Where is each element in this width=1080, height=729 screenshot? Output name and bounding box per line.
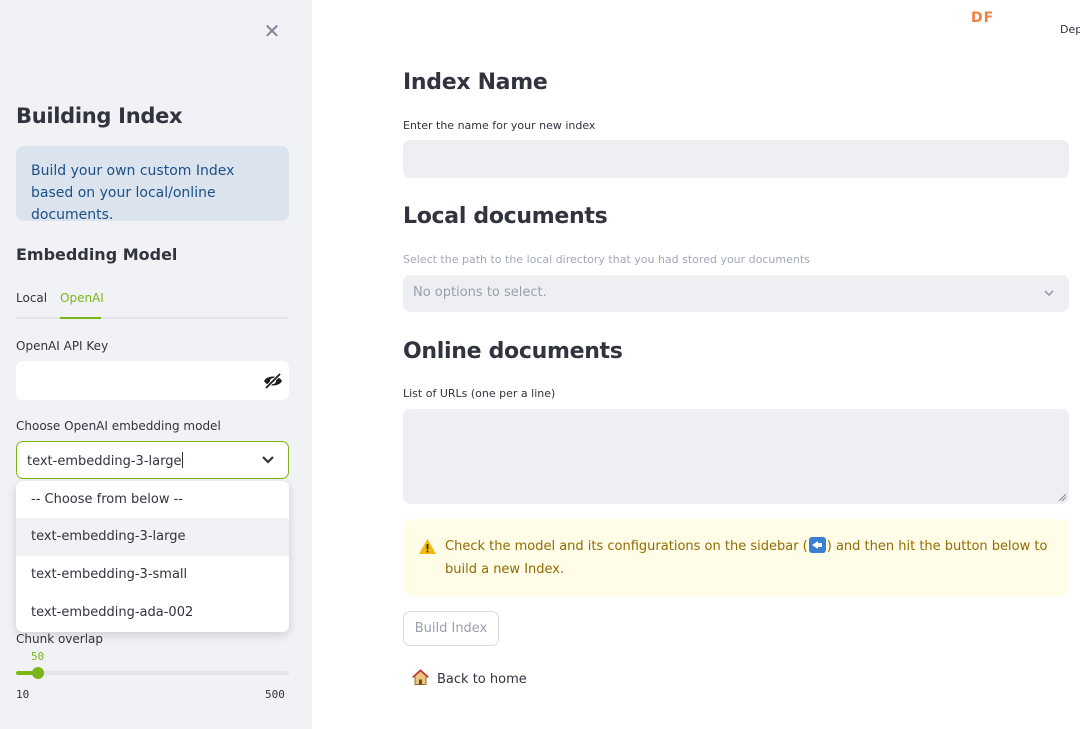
chevron-down-icon (1044, 290, 1054, 297)
dropdown-option[interactable]: text-embedding-3-small (16, 556, 289, 594)
slider-min: 10 (16, 688, 30, 701)
online-documents-heading: Online documents (403, 339, 623, 364)
house-icon (412, 669, 429, 685)
sidebar-title: Building Index (16, 104, 183, 128)
warning-alert: Check the model and its configurations o… (403, 519, 1069, 596)
chevron-down-icon (262, 456, 274, 464)
chunk-overlap-slider[interactable] (16, 667, 289, 679)
model-dropdown-menu: -- Choose from below -- text-embedding-3… (16, 481, 289, 632)
sidebar-arrow-icon (808, 537, 826, 553)
sidebar: ✕ Building Index Build your own custom I… (0, 0, 312, 729)
chunk-overlap-label: Chunk overlap (16, 632, 104, 646)
deploy-button[interactable]: Dep (1060, 23, 1080, 36)
resize-handle-icon[interactable] (1058, 493, 1067, 502)
info-alert-text: Build your own custom Index based on you… (31, 163, 235, 223)
dropdown-option[interactable]: text-embedding-3-large (16, 518, 289, 556)
model-select-value: text-embedding-3-large (27, 452, 184, 469)
app-badge: DF (971, 10, 995, 26)
slider-thumb[interactable] (32, 667, 45, 679)
model-select[interactable]: text-embedding-3-large (16, 441, 289, 479)
dropdown-option[interactable]: -- Choose from below -- (16, 481, 289, 519)
online-documents-label: List of URLs (one per a line) (403, 387, 556, 400)
active-tab-indicator (60, 317, 101, 319)
tab-openai[interactable]: OpenAI (60, 291, 104, 305)
local-documents-select[interactable]: No options to select. (403, 275, 1069, 312)
embedding-tabs: Local OpenAI (16, 288, 289, 319)
build-index-button[interactable]: Build Index (403, 611, 499, 646)
api-key-label: OpenAI API Key (16, 339, 109, 353)
slider-value: 50 (31, 650, 45, 663)
local-documents-placeholder: No options to select. (413, 285, 547, 300)
embedding-model-heading: Embedding Model (16, 245, 178, 264)
local-documents-heading: Local documents (403, 204, 608, 229)
local-documents-label: Select the path to the local directory t… (403, 253, 810, 266)
dropdown-option[interactable]: text-embedding-ada-002 (16, 594, 289, 632)
api-key-input[interactable] (16, 361, 289, 400)
back-to-home-link[interactable]: Back to home (412, 669, 527, 687)
index-name-label: Enter the name for your new index (403, 119, 596, 132)
tab-local[interactable]: Local (16, 291, 47, 305)
model-select-label: Choose OpenAI embedding model (16, 419, 221, 433)
close-sidebar-icon[interactable]: ✕ (262, 21, 282, 41)
index-name-input[interactable] (403, 140, 1069, 178)
index-name-heading: Index Name (403, 70, 548, 95)
slider-max: 500 (265, 688, 285, 701)
eye-slash-icon[interactable] (263, 372, 283, 390)
warning-icon (419, 539, 436, 554)
urls-textarea[interactable] (403, 409, 1069, 504)
warning-text: Check the model and its configurations o… (445, 537, 1048, 577)
info-alert: Build your own custom Index based on you… (16, 146, 289, 223)
